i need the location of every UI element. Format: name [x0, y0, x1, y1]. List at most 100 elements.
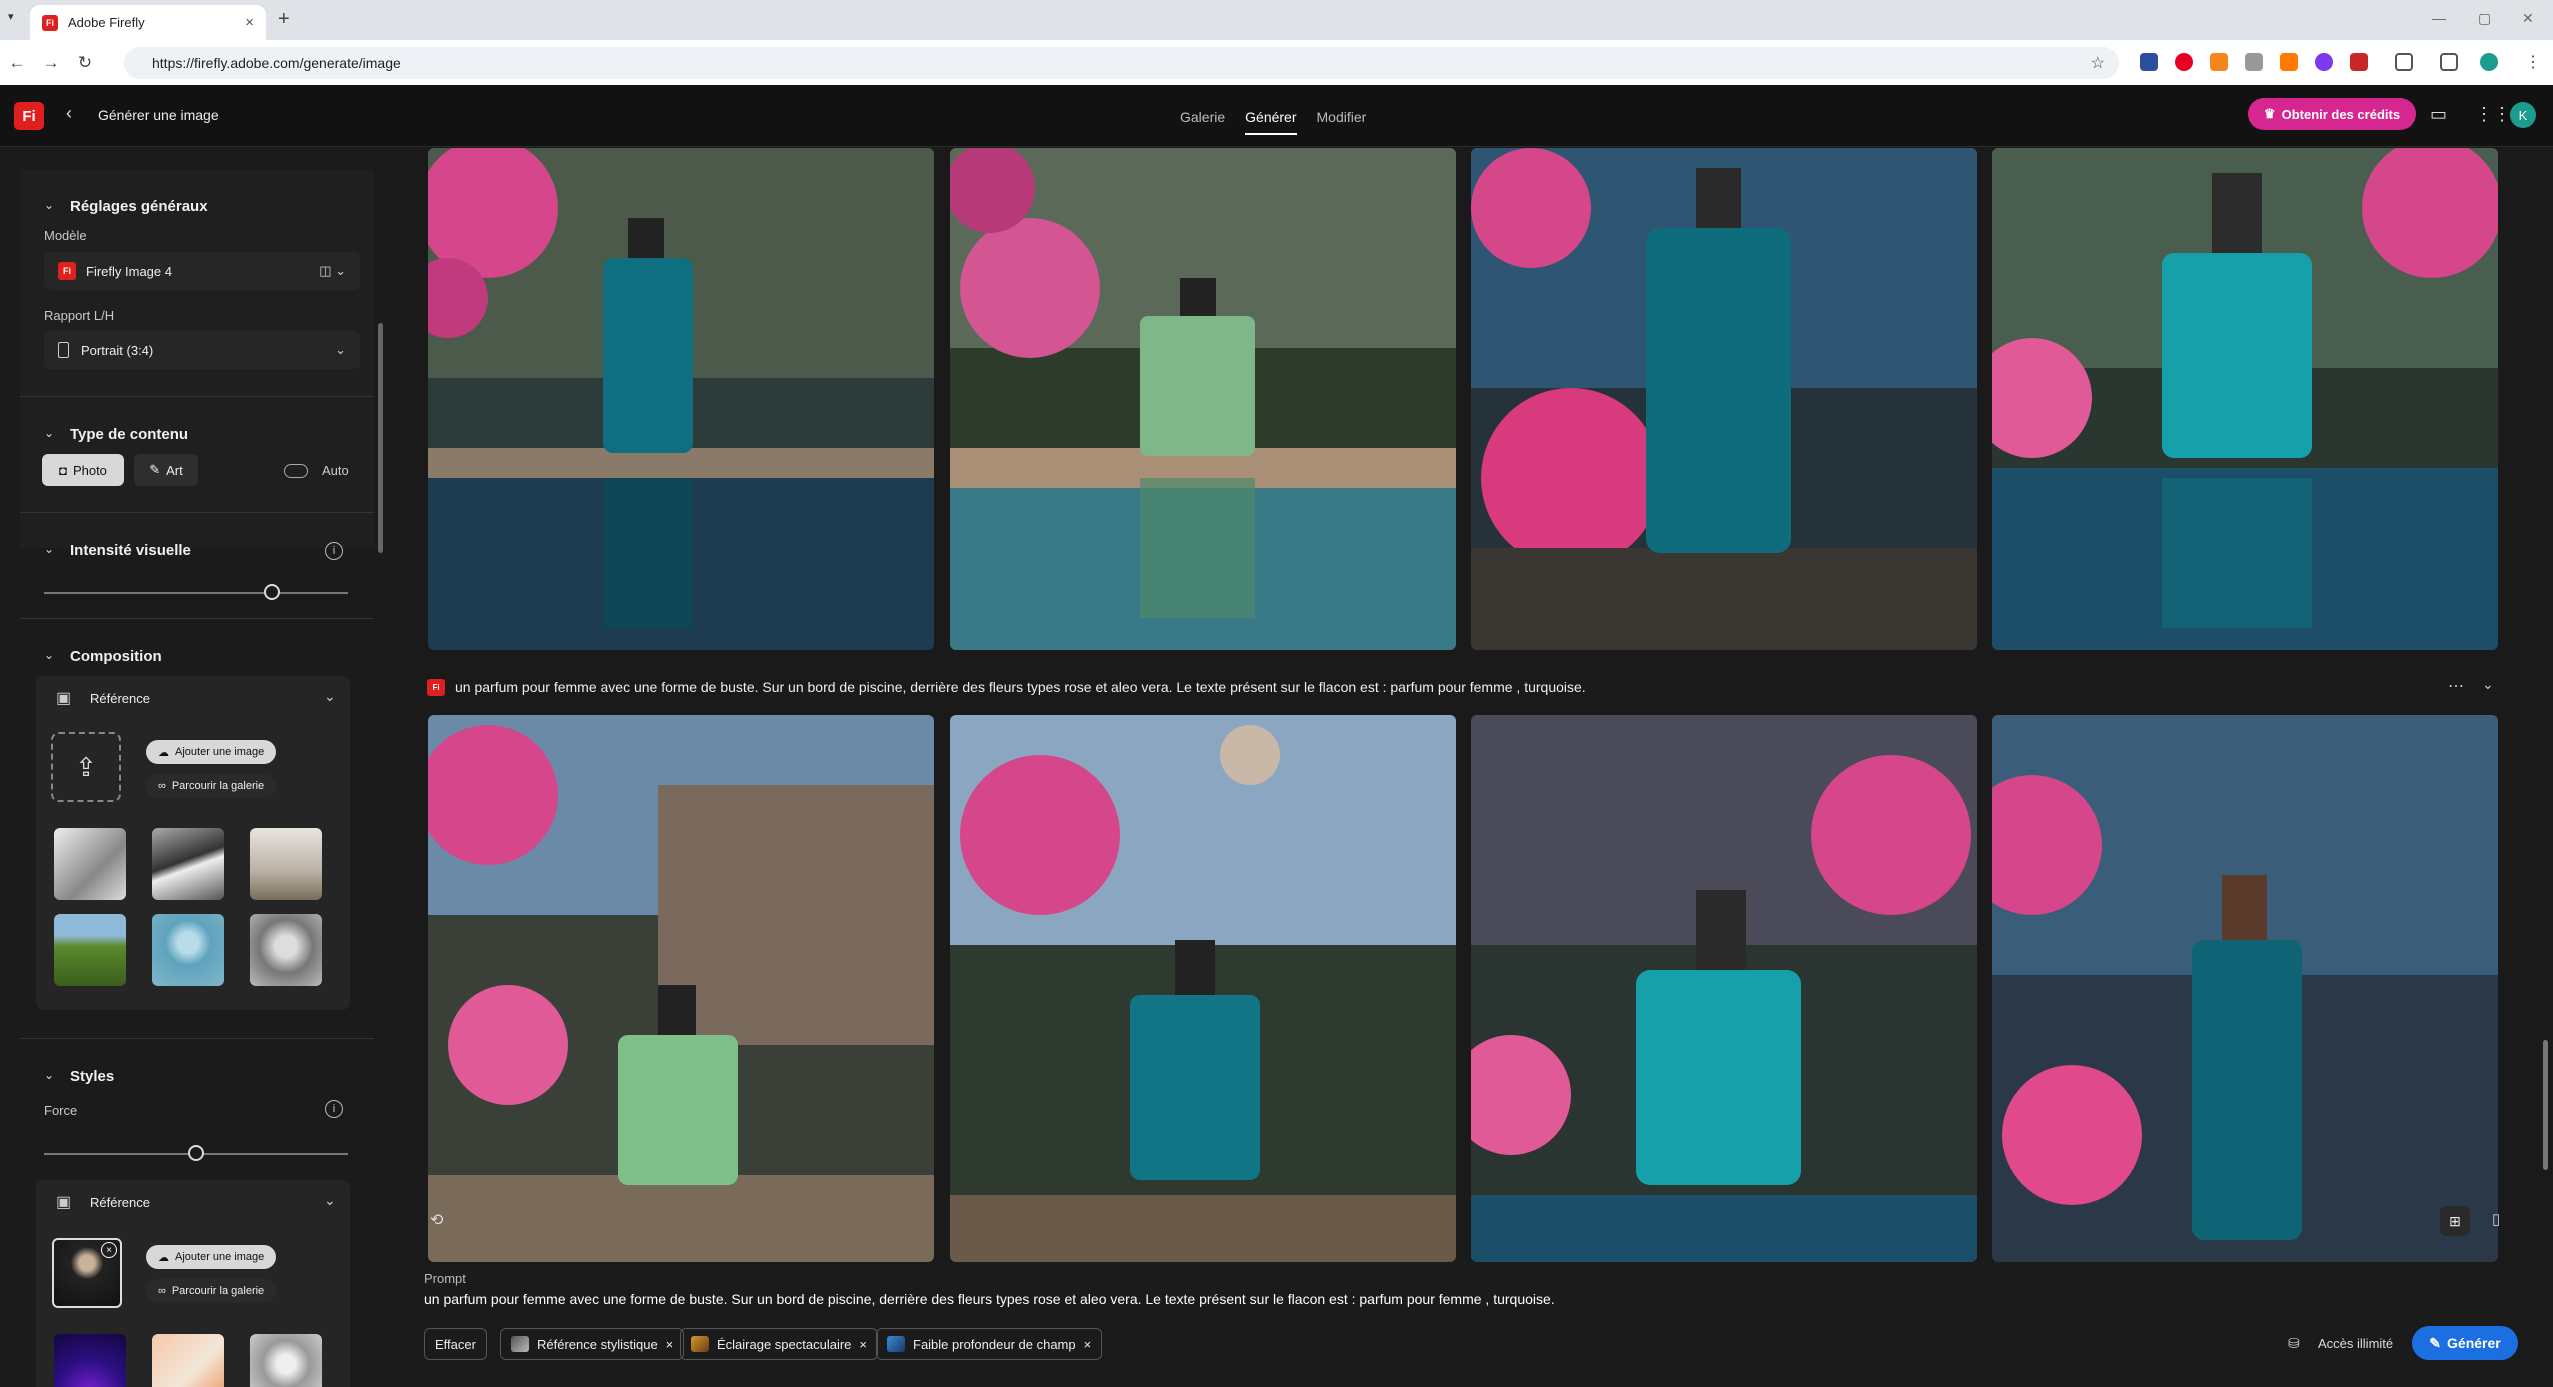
profile-avatar-icon[interactable] — [2480, 53, 2498, 71]
dramatic-lighting-chip[interactable]: Éclairage spectaculaire × — [680, 1328, 878, 1360]
art-toggle-button[interactable]: ✎ Art — [134, 454, 198, 486]
camera-extension-icon[interactable] — [2245, 53, 2263, 71]
force-slider-knob[interactable] — [188, 1145, 204, 1161]
user-avatar[interactable]: K — [2510, 102, 2536, 128]
remove-reference-icon[interactable]: × — [101, 1242, 117, 1258]
style-reference-image[interactable]: × — [52, 1238, 122, 1308]
nav-modifier[interactable]: Modifier — [1317, 109, 1367, 135]
extension-icon[interactable] — [2140, 53, 2158, 71]
style-thumbnail[interactable] — [54, 1334, 126, 1387]
browser-tab[interactable]: Fi Adobe Firefly × — [30, 5, 266, 40]
upload-image-icon[interactable]: ⇪ — [51, 732, 121, 802]
generated-image[interactable] — [1992, 715, 2498, 1262]
chip-label: Faible profondeur de champ — [913, 1336, 1076, 1352]
collapse-chevron-icon[interactable]: ⌄ — [44, 426, 54, 440]
composition-thumbnail[interactable] — [54, 828, 126, 900]
style-thumbnail[interactable] — [152, 1334, 224, 1387]
composition-thumbnail[interactable] — [152, 828, 224, 900]
generation-prompt-text: un parfum pour femme avec une forme de b… — [455, 679, 1586, 695]
shallow-depth-chip[interactable]: Faible profondeur de champ × — [876, 1328, 1103, 1360]
photo-toggle-button[interactable]: ◘ Photo — [42, 454, 124, 486]
new-tab-icon[interactable]: + — [278, 8, 290, 31]
nav-generer[interactable]: Générer — [1245, 109, 1297, 135]
composition-thumbnail[interactable] — [152, 914, 224, 986]
get-credits-button[interactable]: ♛ Obtenir des crédits — [2248, 98, 2416, 130]
remove-chip-icon[interactable]: × — [859, 1337, 867, 1352]
visual-intensity-slider[interactable] — [44, 592, 348, 594]
clear-button[interactable]: Effacer — [424, 1328, 487, 1360]
grid-view-icon[interactable]: ⊞ — [2440, 1206, 2470, 1236]
address-bar[interactable]: https://firefly.adobe.com/generate/image… — [124, 47, 2119, 79]
nav-galerie[interactable]: Galerie — [1180, 109, 1225, 135]
more-options-icon[interactable]: ⋯ — [2448, 676, 2464, 696]
metamask-extension-icon[interactable] — [2210, 53, 2228, 71]
visual-intensity-slider-knob[interactable] — [264, 584, 280, 600]
model-info-icon[interactable]: ◫ ⌄ — [319, 263, 346, 279]
single-view-icon[interactable]: ▯ — [2492, 1210, 2500, 1228]
collapse-chevron-icon[interactable]: ⌄ — [44, 198, 54, 212]
force-label: Force — [44, 1103, 78, 1118]
collapse-chevron-icon[interactable]: ⌄ — [44, 1068, 54, 1082]
firefly-logo[interactable]: Fi — [14, 102, 44, 130]
add-image-button[interactable]: ☁ Ajouter une image — [146, 1245, 277, 1269]
extension-icon[interactable] — [2280, 53, 2298, 71]
add-image-button[interactable]: ☁ Ajouter une image — [146, 740, 277, 764]
remove-chip-icon[interactable]: × — [666, 1337, 674, 1352]
chevron-down-icon[interactable]: ⌄ — [324, 1192, 336, 1209]
info-icon[interactable]: i — [325, 542, 343, 560]
tab-search-icon[interactable]: ▾ — [8, 10, 14, 23]
page-title: Générer une image — [98, 107, 219, 123]
extensions-puzzle-icon[interactable] — [2395, 53, 2413, 71]
extension-icon[interactable] — [2350, 53, 2368, 71]
composition-thumbnail[interactable] — [54, 914, 126, 986]
feedback-icon[interactable]: ▭ — [2430, 104, 2447, 125]
generated-image[interactable] — [428, 715, 934, 1262]
styles-title: Styles — [70, 1068, 115, 1085]
forward-icon[interactable]: → — [34, 53, 68, 73]
unlimited-access-icon: ⛁ — [2288, 1335, 2300, 1351]
settings-sidebar: ⌄ Réglages généraux Modèle Fi Firefly Im… — [0, 148, 386, 1387]
back-chevron-icon[interactable]: ‹ — [66, 103, 72, 124]
model-select[interactable]: Fi Firefly Image 4 ◫ ⌄ — [44, 252, 360, 290]
style-thumbnail[interactable] — [250, 1334, 322, 1387]
style-reference-chip[interactable]: Référence stylistique × — [500, 1328, 685, 1360]
browse-gallery-button[interactable]: ∞ Parcourir la galerie — [146, 774, 277, 798]
browser-menu-icon[interactable]: ⋮ — [2525, 52, 2541, 72]
reading-list-icon[interactable] — [2440, 53, 2458, 71]
close-tab-icon[interactable]: × — [245, 14, 254, 31]
prompt-input[interactable]: un parfum pour femme avec une forme de b… — [424, 1291, 1555, 1307]
collapse-chevron-icon[interactable]: ⌄ — [44, 542, 54, 556]
apps-grid-icon[interactable]: ⋮⋮ — [2475, 104, 2511, 125]
collapse-chevron-icon[interactable]: ⌄ — [44, 648, 54, 662]
back-icon[interactable]: ← — [0, 53, 34, 73]
composition-thumbnail[interactable] — [250, 828, 322, 900]
main-scrollbar[interactable] — [2543, 1040, 2548, 1170]
generated-image[interactable] — [950, 715, 1456, 1262]
extension-icon[interactable] — [2315, 53, 2333, 71]
generated-image[interactable] — [950, 148, 1456, 650]
generated-image[interactable] — [428, 148, 934, 650]
close-window-icon[interactable]: ✕ — [2522, 10, 2534, 27]
bookmark-star-icon[interactable]: ☆ — [2091, 53, 2105, 73]
minimize-icon[interactable]: — — [2432, 10, 2446, 26]
generated-image[interactable] — [1471, 148, 1977, 650]
info-icon[interactable]: i — [325, 1100, 343, 1118]
browse-gallery-button[interactable]: ∞ Parcourir la galerie — [146, 1279, 277, 1303]
chevron-down-icon[interactable]: ⌄ — [2482, 676, 2494, 693]
auto-toggle-switch[interactable] — [284, 464, 308, 478]
add-image-label: Ajouter une image — [175, 1251, 265, 1263]
history-icon[interactable]: ⟲ — [430, 1210, 443, 1230]
reload-icon[interactable]: ↻ — [68, 53, 102, 73]
generate-button[interactable]: ✎ Générer — [2412, 1326, 2518, 1360]
divider — [20, 618, 374, 619]
sidebar-scrollbar[interactable] — [378, 323, 383, 553]
pinterest-extension-icon[interactable] — [2175, 53, 2193, 71]
maximize-icon[interactable]: ▢ — [2478, 10, 2491, 27]
generated-image[interactable] — [1471, 715, 1977, 1262]
chevron-down-icon[interactable]: ⌄ — [324, 688, 336, 705]
aspect-ratio-select[interactable]: Portrait (3:4) ⌄ — [44, 331, 360, 369]
composition-thumbnail[interactable] — [250, 914, 322, 986]
remove-chip-icon[interactable]: × — [1084, 1337, 1092, 1352]
composition-title: Composition — [70, 648, 162, 665]
generated-image[interactable] — [1992, 148, 2498, 650]
